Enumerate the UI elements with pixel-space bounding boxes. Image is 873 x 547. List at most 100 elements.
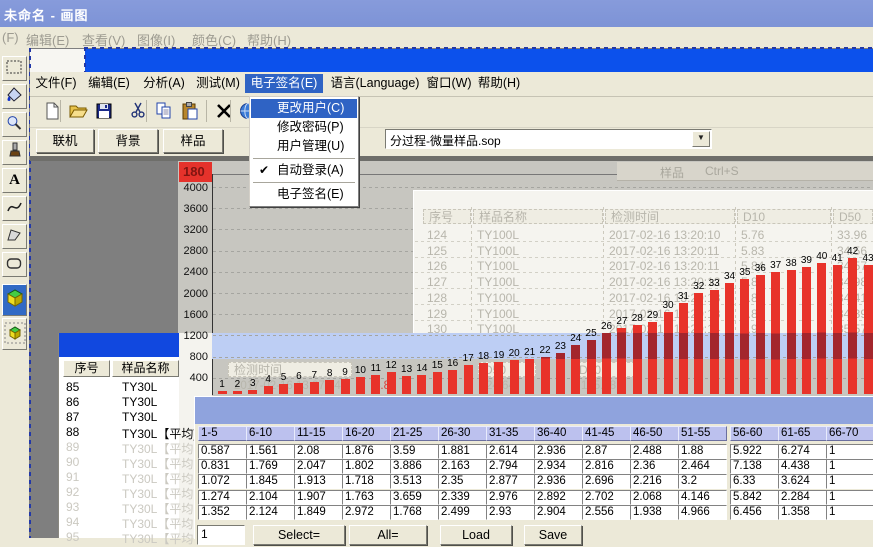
menu-item-2[interactable]: 用户管理(U) (251, 137, 357, 156)
result-cell: 1.845 (246, 474, 295, 489)
save-button[interactable]: Save (524, 525, 582, 545)
result-col-header-1: 6-10 (246, 426, 295, 441)
tool-curve[interactable] (2, 196, 27, 221)
result-col-header-9: 46-50 (630, 426, 679, 441)
open-button[interactable] (66, 100, 90, 124)
sample-ghost-row: 90TY30L【平均 (59, 454, 179, 469)
app-menu-5[interactable]: 电子签名(E) (245, 74, 323, 93)
sample-row[interactable]: 88TY30L【平均] (59, 424, 179, 439)
result-cell: 2.488 (630, 444, 679, 459)
result-cell: 2.284 (778, 490, 827, 505)
result-col-header-4: 21-25 (390, 426, 439, 441)
load-button[interactable]: Load (440, 525, 512, 545)
ghost-table-header-3: D10 (737, 209, 831, 224)
sample-ghost-row: 93TY30L【平均 (59, 499, 179, 514)
select-button[interactable]: Select= (253, 525, 345, 545)
all-button[interactable]: All= (349, 525, 427, 545)
menu-separator (253, 158, 355, 159)
tool-rounded-rect[interactable] (2, 252, 27, 277)
result-cell: 2.877 (486, 474, 535, 489)
ghost-table-cell: 128 (427, 291, 447, 305)
bar-8 (325, 380, 334, 394)
app-menu-6[interactable]: 语言(Language) (326, 74, 424, 93)
app-menu-3[interactable]: 分析(A) (141, 74, 187, 93)
bar-5 (279, 384, 288, 394)
ghost-table-col-separator (603, 207, 604, 333)
bar-31 (679, 303, 688, 394)
app-menu-8[interactable]: 帮助(H) (476, 74, 522, 93)
result-cell: 2.499 (438, 505, 487, 520)
sample-table-header-1: 样品名称 (112, 360, 179, 377)
result-cell: 2.614 (486, 444, 535, 459)
tool-brush[interactable] (2, 140, 27, 165)
screen: { "colors": { "paint_titlebar": "#7D93D6… (0, 0, 873, 538)
result-cell: 2.702 (582, 490, 631, 505)
app-button-3[interactable]: 样品 (163, 129, 223, 153)
menu-item-0[interactable]: 更改用户(C) (251, 99, 357, 118)
result-cell: 1.072 (198, 474, 247, 489)
result-cell: 5.842 (730, 490, 779, 505)
cube-3d-small-icon (4, 321, 26, 348)
paste-button[interactable] (178, 100, 202, 124)
result-cell: 3.886 (390, 459, 439, 474)
app-menu-1[interactable]: 文件(F) (33, 74, 79, 93)
app-menu-4[interactable]: 测试(M) (195, 74, 241, 93)
copy-button[interactable] (152, 100, 176, 124)
app-menu-2[interactable]: 编辑(E) (86, 74, 132, 93)
bar-3 (248, 390, 257, 394)
sop-combobox[interactable]: 分过程-微量样品.sop ▼ (385, 129, 712, 149)
bar-label-31: 31 (672, 291, 694, 302)
result-cell: 1.913 (294, 474, 343, 489)
result-cell: 3.659 (390, 490, 439, 505)
paint-toolbox: A (0, 48, 30, 538)
menu-item-1[interactable]: 修改密码(P) (251, 118, 357, 137)
tool-polygon[interactable] (2, 224, 27, 249)
result-cell: 0.831 (198, 459, 247, 474)
sample-window-titlebar[interactable] (59, 333, 179, 357)
app-menu-7[interactable]: 窗口(W) (424, 74, 474, 93)
ghost-table-cell: 129 (427, 307, 447, 321)
tool-magnifier[interactable] (2, 112, 27, 137)
paint-menu-1[interactable]: 编辑(E) (26, 30, 69, 49)
sample-row[interactable]: 85TY30L (59, 379, 179, 394)
y-tick-2400: 2400 (178, 266, 208, 278)
result-cell: 1.718 (342, 474, 391, 489)
bar-43 (864, 265, 873, 394)
save-button[interactable] (92, 100, 116, 124)
result-col-header-0: 1-5 (198, 426, 247, 441)
paint-menu-0[interactable]: (F) (2, 30, 19, 45)
combobox-dropdown-button[interactable]: ▼ (692, 131, 710, 147)
tool-text[interactable]: A (2, 168, 27, 193)
selection-marquee-top[interactable] (84, 47, 873, 49)
select-icon (5, 58, 24, 80)
sample-row[interactable]: 86TY30L (59, 394, 179, 409)
curve-icon (5, 198, 24, 220)
menu-item-4[interactable]: 电子签名(E) (251, 185, 357, 204)
sample-row[interactable]: 87TY30L (59, 409, 179, 424)
bar-40 (817, 263, 826, 394)
tool-cube-3d-small[interactable] (2, 318, 27, 350)
menu-item-3[interactable]: 自动登录(A)✔ (251, 161, 357, 180)
delete-button[interactable] (212, 100, 236, 124)
sample-row-name: TY30L (122, 380, 157, 394)
result-cell: 2.976 (486, 490, 535, 505)
result-cell: 2.936 (534, 444, 583, 459)
ghost-table-header-1: 样品名称 (473, 209, 603, 224)
app-button-2[interactable]: 背景 (98, 129, 158, 153)
y-tick-3200: 3200 (178, 224, 208, 236)
tool-fill[interactable] (2, 84, 27, 109)
result-cell: 6.274 (778, 444, 827, 459)
selection-marquee-left-upper[interactable] (84, 47, 86, 73)
row-count-input[interactable]: 1 (197, 525, 245, 545)
tool-cube-3d[interactable] (2, 284, 27, 316)
result-table-window: 1-56-1011-1516-2021-2526-3031-3536-4041-… (194, 396, 873, 539)
tool-select[interactable] (2, 56, 27, 81)
app-button-1[interactable]: 联机 (36, 129, 94, 153)
ghost-table-header-4: D50 (833, 209, 873, 224)
result-cell: 1.907 (294, 490, 343, 505)
result-cell: 1.802 (342, 459, 391, 474)
bar-29 (648, 322, 657, 394)
bar-label-43: 43 (857, 253, 873, 264)
y-tick-1600: 1600 (178, 309, 208, 321)
result-cell: 6.33 (730, 474, 779, 489)
